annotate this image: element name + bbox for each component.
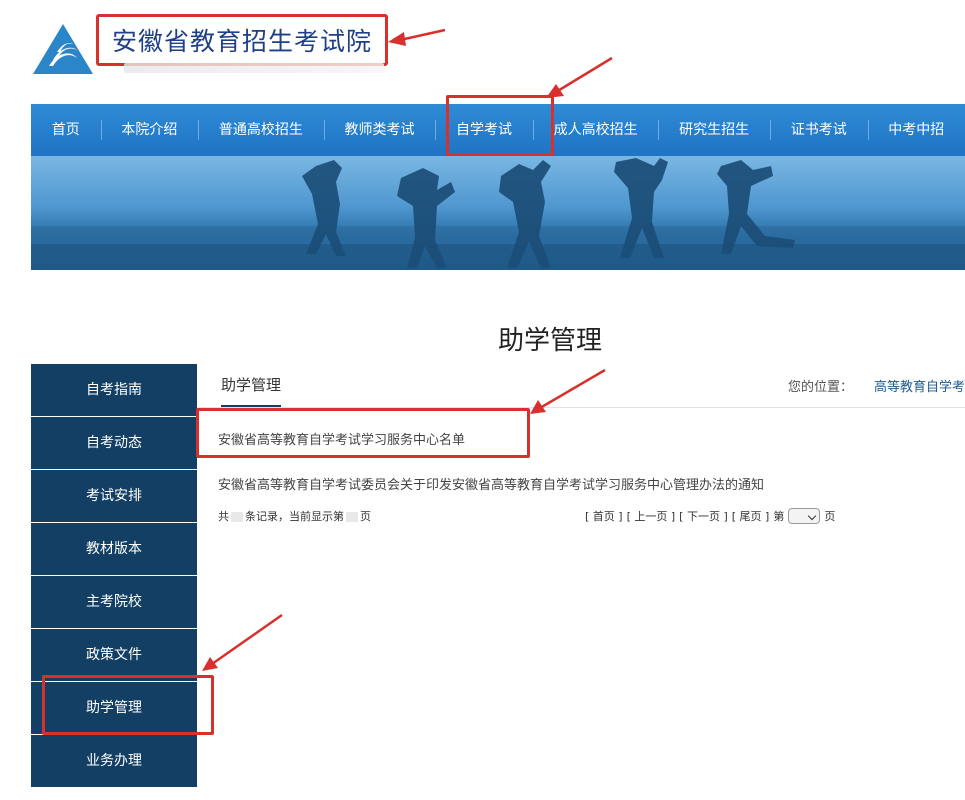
site-subtitle-blurred [124,63,384,73]
nav-item-teacher-exam[interactable]: 教师类考试 [323,104,436,156]
nav-item-college-admission[interactable]: 普通高校招生 [198,104,324,156]
sidebar-item-host-colleges[interactable]: 主考院校 [31,576,197,628]
sidebar-item-schedule[interactable]: 考试安排 [31,470,197,522]
tab-study-support[interactable]: 助学管理 [221,374,282,407]
pager-nav: [ 首页 ] [ 上一页 ] [ 下一页 ] [ 尾页 ] 第 页 [585,508,835,524]
logo-icon [33,24,93,74]
graduates-silhouette-image [31,158,965,270]
article-link[interactable]: 安徽省高等教育自学考试学习服务中心名单 [218,429,465,448]
breadcrumb[interactable]: 高等教育自学考 [874,376,965,395]
content-tabbar: 助学管理 您的位置： 高等教育自学考 [197,366,965,408]
nav-item-about[interactable]: 本院介绍 [100,104,199,156]
page-title: 助学管理 [497,326,602,356]
sidebar-item-services[interactable]: 业务办理 [31,735,197,787]
pager-goto-suffix: 页 [824,510,836,523]
sidebar-item-textbooks[interactable]: 教材版本 [31,523,197,575]
nav-item-certificate[interactable]: 证书考试 [769,104,868,156]
nav-item-home[interactable]: 首页 [31,104,101,156]
pager-next-link[interactable]: [ 下一页 ] [679,508,728,524]
site-title: 安徽省教育招生考试院 [111,27,372,56]
record-count-blurred [231,512,243,522]
article-link[interactable]: 安徽省高等教育自学考试委员会关于印发安徽省高等教育自学考试学习服务中心管理办法的… [218,474,764,493]
breadcrumb-label: 您的位置： [787,380,853,395]
current-page-blurred [346,512,358,522]
pager-info-suffix: 页 [360,510,371,523]
sidebar-item-news[interactable]: 自考动态 [31,417,197,469]
pager-last-link[interactable]: [ 尾页 ] [732,508,770,524]
nav-item-middle-school[interactable]: 中考中招 [867,104,965,156]
nav-highlight-box [446,95,554,157]
page-select[interactable] [788,508,821,524]
pager-first-link[interactable]: [ 首页 ] [585,508,623,524]
pager-info-prefix: 共 [218,510,229,523]
banner-image [31,156,965,270]
sidebar-item-policy[interactable]: 政策文件 [31,629,197,681]
pager-info: 共 条记录，当前显示第 页 [218,508,371,524]
nav-item-graduate[interactable]: 研究生招生 [658,104,770,156]
pager-prev-link[interactable]: [ 上一页 ] [627,508,676,524]
sidebar-highlight-box [42,675,214,735]
pager-info-mid: 条记录，当前显示第 [245,510,344,523]
site-title-highlight: 安徽省教育招生考试院 [96,14,388,66]
pager-goto-prefix: 第 [773,510,785,523]
sidebar-item-guide[interactable]: 自考指南 [31,364,197,416]
